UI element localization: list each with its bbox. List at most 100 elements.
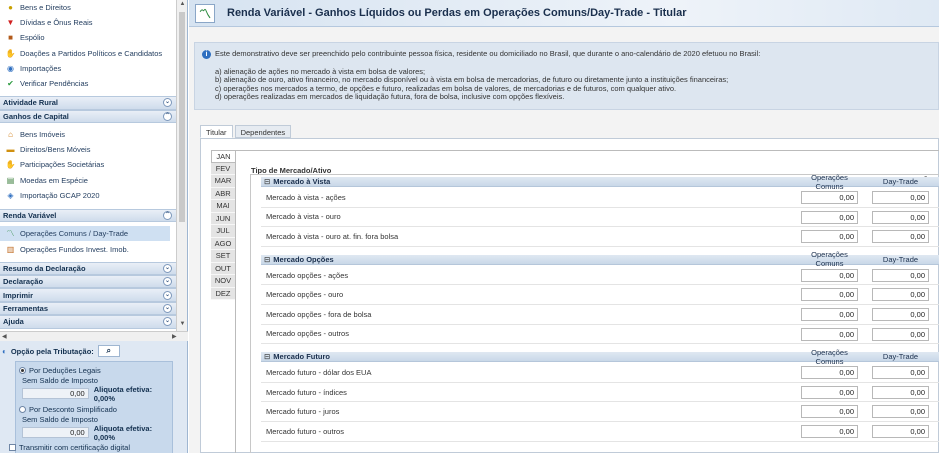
section-imprimir[interactable]: Imprimir ⌄ <box>0 288 176 302</box>
tab-month-mar[interactable]: MAR <box>211 175 235 188</box>
sidebar-item-doacoes[interactable]: ✋ Doações a Partidos Políticos e Candidat… <box>0 46 176 61</box>
tab-month-dez[interactable]: DEZ <box>211 287 235 300</box>
daytrade-input[interactable]: 0,00 <box>872 405 929 419</box>
chevron-down-icon[interactable]: ⌄ <box>163 303 172 313</box>
main-content: 〽 Renda Variável - Ganhos Líquidos ou Pe… <box>189 0 939 453</box>
comuns-input[interactable]: 0,00 <box>801 327 858 341</box>
tab-month-jul[interactable]: JUL <box>211 225 235 238</box>
saldo-value-2: 0,00 <box>22 427 89 438</box>
tab-month-ago[interactable]: AGO <box>211 237 235 250</box>
comuns-input[interactable]: 0,00 <box>801 405 858 419</box>
tab-dependentes[interactable]: Dependentes <box>234 125 292 138</box>
daytrade-input[interactable]: 0,00 <box>872 288 929 302</box>
section-renda-variavel[interactable]: Renda Variável ⌃ <box>0 208 176 223</box>
chevron-down-icon[interactable]: ⌄ <box>163 317 172 327</box>
comuns-input[interactable]: 0,00 <box>801 230 858 244</box>
radio-desconto-simplificado[interactable]: Por Desconto Simplificado <box>19 404 169 415</box>
search-icon[interactable]: ⌕ <box>97 345 120 357</box>
car-icon: ▬ <box>6 145 15 155</box>
section-declaracao[interactable]: Declaração ⌄ <box>0 275 176 289</box>
tab-titular[interactable]: Titular <box>200 125 233 138</box>
import-icon: ◈ <box>7 190 14 200</box>
collapse-icon[interactable]: ⊟ <box>264 177 270 186</box>
daytrade-input[interactable]: 0,00 <box>872 385 929 399</box>
scroll-right-icon[interactable]: ▶ <box>172 333 177 340</box>
sidebar-horizontal-scrollbar[interactable]: ◀ ▶ <box>0 331 188 341</box>
tributacao-title: Opção pela Tributação: <box>10 346 94 356</box>
section-header[interactable]: ⊟ Mercado à Vista Operações Comuns Day-Trad… <box>261 173 939 191</box>
section-ajuda[interactable]: Ajuda ⌄ <box>0 315 176 329</box>
comuns-input[interactable]: 0,00 <box>801 268 858 282</box>
sidebar-vertical-scrollbar[interactable]: ▲ ▼ <box>176 0 187 331</box>
sidebar-item-verificar[interactable]: ✔ Verificar Pendências <box>0 76 176 91</box>
sidebar-item-espolio[interactable]: ■ Espólio <box>0 30 176 45</box>
house-icon: ⌂ <box>8 130 13 139</box>
comuns-input[interactable]: 0,00 <box>801 366 858 380</box>
radio-unselected[interactable] <box>19 406 26 413</box>
tab-month-fev[interactable]: FEV <box>211 162 235 175</box>
chevron-down-icon[interactable]: ⌄ <box>163 263 172 273</box>
scroll-thumb[interactable] <box>179 12 185 222</box>
table-row: Mercado à vista - ouro 0,00 0,00 <box>261 208 939 228</box>
comuns-input[interactable]: 0,00 <box>801 385 858 399</box>
column-header-daytrade: Day-Trade <box>882 352 919 362</box>
tab-month-jun[interactable]: JUN <box>211 212 235 225</box>
daytrade-input[interactable]: 0,00 <box>872 268 929 282</box>
scroll-left-icon[interactable]: ◀ <box>2 333 7 340</box>
sidebar-item-importacao-gcap[interactable]: ◈ Importação GCAP 2020 <box>0 188 176 203</box>
sidebar-item-operacoes-comuns[interactable]: 〽 Operações Comuns / Day-Trade <box>0 226 170 242</box>
section-ferramentas[interactable]: Ferramentas ⌄ <box>0 301 176 316</box>
tab-month-mai[interactable]: MAI <box>211 200 235 213</box>
section-ganhos-capital[interactable]: Ganhos de Capital ⌃ <box>0 109 176 123</box>
collapse-icon[interactable]: ⊟ <box>264 352 270 361</box>
sidebar-item-participacoes[interactable]: ✋ Participações Societárias <box>0 157 176 172</box>
sidebar-item-importacoes[interactable]: ◉ Importações <box>0 61 176 76</box>
tab-month-nov[interactable]: NOV <box>211 275 235 288</box>
row-label: Mercado opções - ações <box>266 270 349 280</box>
radio-selected[interactable] <box>19 367 26 374</box>
section-header[interactable]: ⊟ Mercado Futuro Operações Comuns Day-Trade <box>261 348 939 366</box>
tab-month-abr[interactable]: ABR <box>211 187 235 200</box>
chevron-up-icon[interactable]: ⌃ <box>163 211 172 221</box>
sidebar-item-bens-imoveis[interactable]: ⌂ Bens Imóveis <box>0 127 176 142</box>
toggle-icon[interactable]: ◐ <box>2 347 7 356</box>
sidebar-item-moedas[interactable]: ▤ Moedas em Espécie <box>0 172 176 187</box>
tab-month-set[interactable]: SET <box>211 250 235 263</box>
comuns-input[interactable]: 0,00 <box>801 288 858 302</box>
daytrade-input[interactable]: 0,00 <box>872 308 929 321</box>
daytrade-input[interactable]: 0,00 <box>872 366 929 380</box>
daytrade-input[interactable]: 0,00 <box>872 327 929 341</box>
tab-month-out[interactable]: OUT <box>211 262 235 275</box>
sidebar-item-fundos-imob[interactable]: ▥ Operações Fundos Invest. Imob. <box>0 241 176 256</box>
sidebar-item-dividas[interactable]: ▼ Dívidas e Ônus Reais <box>0 15 176 30</box>
chevron-down-icon[interactable]: ⌄ <box>163 290 172 300</box>
section-resumo[interactable]: Resumo da Declaração ⌄ <box>0 261 176 275</box>
daytrade-input[interactable]: 0,00 <box>872 191 929 204</box>
daytrade-input[interactable]: 0,00 <box>872 230 929 244</box>
sidebar-item-direitos-bens-moveis[interactable]: ▬ Direitos/Bens Móveis <box>0 142 176 157</box>
section-atividade-rural[interactable]: Atividade Rural ⌄ <box>0 96 176 110</box>
comuns-input[interactable]: 0,00 <box>801 425 858 438</box>
daytrade-input[interactable]: 0,00 <box>872 210 929 224</box>
page-title: Renda Variável - Ganhos Líquidos ou Perd… <box>227 7 687 19</box>
briefcase-icon: ■ <box>8 33 13 43</box>
sidebar-item-bens-direitos[interactable]: ● Bens e Direitos <box>0 0 176 15</box>
sidebar-top-list: ● Bens e Direitos ▼ Dívidas e Ônus Reais ■… <box>0 0 176 91</box>
chevron-down-icon[interactable]: ⌄ <box>163 98 172 108</box>
transmit-checkbox[interactable]: Transmitir com certificação digital <box>9 443 169 452</box>
comuns-input[interactable]: 0,00 <box>801 191 858 204</box>
chevron-up-icon[interactable]: ⌃ <box>163 111 172 121</box>
scroll-down-icon[interactable]: ▼ <box>178 321 187 330</box>
checkbox[interactable] <box>9 444 16 451</box>
table-row: Mercado opções - ouro 0,00 0,00 <box>261 285 939 305</box>
collapse-icon[interactable]: ⊟ <box>264 255 270 264</box>
section-header[interactable]: ⊟ Mercado Opções Operações Comuns Day-Trade <box>261 250 939 268</box>
chevron-down-icon[interactable]: ⌄ <box>163 277 172 287</box>
radio-deducoes-legais[interactable]: Por Deduções Legais <box>19 365 169 376</box>
scroll-up-icon[interactable]: ▲ <box>178 1 187 10</box>
daytrade-input[interactable]: 0,00 <box>872 425 929 438</box>
tab-month-jan[interactable]: JAN <box>211 150 235 163</box>
info-item-d: d) operações realizadas em mercados de l… <box>215 92 565 101</box>
comuns-input[interactable]: 0,00 <box>801 210 858 224</box>
comuns-input[interactable]: 0,00 <box>801 308 858 321</box>
